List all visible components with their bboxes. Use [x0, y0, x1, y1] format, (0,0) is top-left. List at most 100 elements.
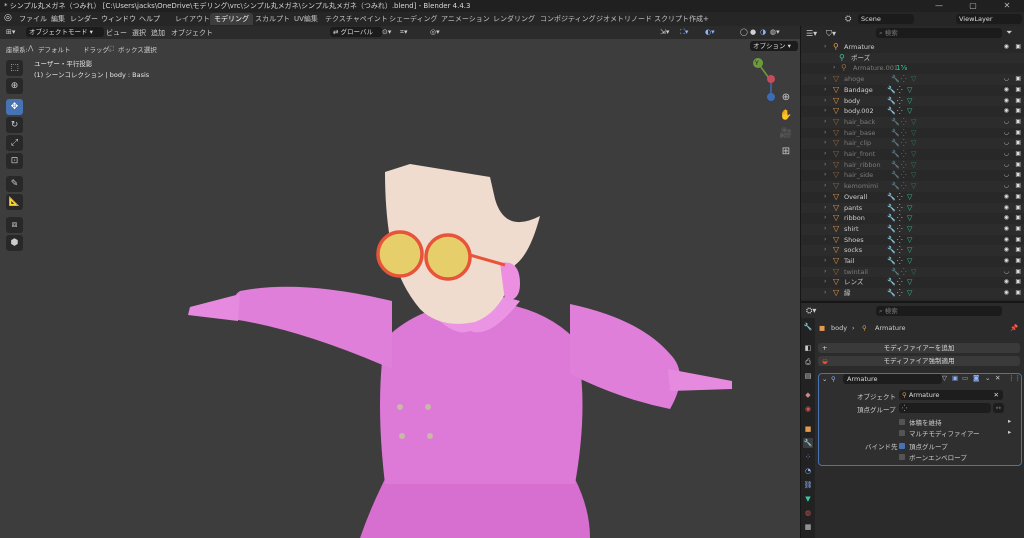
- eye-icon[interactable]: ◉: [1004, 203, 1009, 214]
- render-camera-icon[interactable]: ▣: [1015, 106, 1021, 117]
- expand-arrow-icon[interactable]: ›: [824, 192, 826, 203]
- mesh-data-icon[interactable]: ▽: [911, 160, 916, 171]
- menu-window[interactable]: ウィンドウ: [101, 14, 136, 24]
- outliner-row[interactable]: › ▽ hair_front 🔧 ⁛ ▽ ◡ ▣: [801, 149, 1024, 160]
- outliner-row[interactable]: › ▽ 縁 🔧 ⁛ ▽ ◉ ▣: [801, 288, 1024, 299]
- render-camera-icon[interactable]: ▣: [1015, 149, 1021, 160]
- vertex-groups-icon[interactable]: ⁛: [897, 85, 903, 96]
- eye-icon[interactable]: ◉: [1004, 42, 1009, 53]
- filter-icon[interactable]: ⛉▾: [826, 29, 836, 39]
- vertex-groups-icon[interactable]: ⁛: [897, 224, 903, 235]
- tab-compositing[interactable]: コンポジティング: [536, 13, 600, 25]
- vertex-groups-icon[interactable]: ⁛: [901, 117, 907, 128]
- vertex-groups-icon[interactable]: ⁛: [901, 74, 907, 85]
- properties-editor-icon[interactable]: ⛭▾: [806, 306, 816, 316]
- close-button[interactable]: ✕: [990, 0, 1024, 12]
- render-camera-icon[interactable]: ▣: [1015, 256, 1021, 267]
- add-modifier-button[interactable]: + モディファイアーを追加: [818, 343, 1020, 353]
- view-layer-tab-icon[interactable]: ▤: [803, 371, 813, 381]
- preserve-volume-checkbox[interactable]: [899, 419, 905, 425]
- measure-tool-icon[interactable]: 📐: [6, 194, 23, 210]
- mesh-data-icon[interactable]: ▽: [907, 106, 912, 117]
- editor-type-icon[interactable]: ⊞▾: [6, 28, 15, 36]
- camera-view-icon[interactable]: 🎥: [779, 127, 793, 141]
- eye-icon[interactable]: ◉: [1004, 213, 1009, 224]
- modifier-icon[interactable]: 🔧: [891, 181, 900, 192]
- eye-closed-icon[interactable]: ◡: [1004, 267, 1009, 278]
- object-tab-icon[interactable]: ■: [803, 424, 813, 434]
- eye-closed-icon[interactable]: ◡: [1004, 170, 1009, 181]
- render-camera-icon[interactable]: ▣: [1015, 224, 1021, 235]
- expand-arrow-icon[interactable]: ›: [824, 245, 826, 256]
- clear-field-icon[interactable]: ✕: [994, 390, 999, 400]
- render-camera-icon[interactable]: ▣: [1015, 128, 1021, 139]
- edit-mode-icon[interactable]: ▣: [952, 374, 958, 382]
- eye-icon[interactable]: ◉: [1004, 85, 1009, 96]
- expand-arrow-icon[interactable]: ›: [824, 203, 826, 214]
- shading-rendered-icon[interactable]: ◍▾: [770, 28, 780, 36]
- outliner-row[interactable]: › ▽ hair_ribbon 🔧 ⁛ ▽ ◡ ▣: [801, 159, 1024, 171]
- shading-solid-icon[interactable]: ●: [750, 28, 756, 36]
- menu-file[interactable]: ファイル: [19, 14, 47, 24]
- vertex-groups-icon[interactable]: ⁛: [897, 213, 903, 224]
- subpanel-chevron-icon[interactable]: ▸: [1008, 428, 1011, 436]
- rotate-tool-icon[interactable]: ↻: [6, 117, 23, 133]
- mesh-data-icon[interactable]: ▽: [911, 74, 916, 85]
- vertex-groups-icon[interactable]: ⁛: [897, 256, 903, 267]
- outliner-row[interactable]: › ▽ レンズ 🔧 ⁛ ▽ ◉ ▣: [801, 277, 1024, 288]
- world-tab-icon[interactable]: ◉: [803, 404, 813, 414]
- modifier-icon[interactable]: 🔧: [887, 106, 896, 117]
- outliner-row[interactable]: › ▽ shirt 🔧 ⁛ ▽ ◉ ▣: [801, 223, 1024, 235]
- modifier-icon[interactable]: 🔧: [891, 128, 900, 139]
- show-gizmo-icon[interactable]: ⛶▾: [680, 28, 688, 37]
- proportional-edit-icon[interactable]: ◎▾: [430, 28, 440, 36]
- render-camera-icon[interactable]: ▣: [1015, 213, 1021, 224]
- expand-arrow-icon[interactable]: ›: [824, 42, 826, 53]
- mesh-data-icon[interactable]: ▽: [911, 149, 916, 160]
- render-camera-icon[interactable]: ▣: [1015, 138, 1021, 149]
- outliner-row[interactable]: › ▽ twintail 🔧 ⁛ ▽ ◡ ▣: [801, 266, 1024, 278]
- outliner-row[interactable]: › ▽ ahoge 🔧 ⁛ ▽ ◡ ▣: [801, 74, 1024, 85]
- expand-arrow-icon[interactable]: ›: [824, 138, 826, 149]
- expand-arrow-icon[interactable]: ›: [824, 117, 826, 128]
- output-tab-icon[interactable]: ⎙: [803, 357, 813, 367]
- eye-icon[interactable]: ◉: [1004, 288, 1009, 299]
- mesh-data-icon[interactable]: ▽: [907, 245, 912, 256]
- mesh-data-icon[interactable]: ▽: [911, 170, 916, 181]
- character-model[interactable]: [0, 39, 800, 538]
- render-tab-icon[interactable]: ◧: [803, 343, 813, 353]
- vertex-groups-icon[interactable]: ⁛: [897, 203, 903, 214]
- eye-icon[interactable]: ◉: [1004, 106, 1009, 117]
- menu-view[interactable]: ビュー: [106, 28, 127, 38]
- menu-select[interactable]: 選択: [132, 28, 146, 38]
- realtime-icon[interactable]: ▭: [962, 374, 968, 382]
- properties-search-input[interactable]: ⌕ 検索: [876, 306, 1002, 316]
- shading-wireframe-icon[interactable]: ◯: [740, 28, 748, 36]
- pivot-icon[interactable]: ⊙▾: [382, 28, 391, 36]
- modifier-icon[interactable]: 🔧: [887, 213, 896, 224]
- render-camera-icon[interactable]: ▣: [1015, 160, 1021, 171]
- mesh-data-icon[interactable]: ▽: [907, 192, 912, 203]
- tab-uv-editing[interactable]: UV編集: [290, 13, 322, 25]
- outliner-row[interactable]: › ▽ body 🔧 ⁛ ▽ ◉ ▣: [801, 95, 1024, 107]
- mesh-data-icon[interactable]: ▽: [907, 224, 912, 235]
- modifier-icon[interactable]: 🔧: [891, 74, 900, 85]
- vertex-groups-icon[interactable]: ⁛: [897, 96, 903, 107]
- blender-logo-icon[interactable]: ◎: [4, 13, 12, 23]
- vertex-groups-icon[interactable]: ⁛: [901, 170, 907, 181]
- pan-hand-icon[interactable]: ✋: [779, 109, 793, 123]
- menu-add[interactable]: 追加: [151, 28, 165, 38]
- outliner-row[interactable]: › ▽ Overall 🔧 ⁛ ▽ ◉ ▣: [801, 192, 1024, 203]
- outliner-row[interactable]: › ▽ Tail 🔧 ⁛ ▽ ◉ ▣: [801, 256, 1024, 267]
- render-camera-icon[interactable]: ▣: [1015, 85, 1021, 96]
- remove-modifier-icon[interactable]: ✕: [995, 374, 1000, 382]
- eye-icon[interactable]: ◉: [1004, 224, 1009, 235]
- tool-tab-icon[interactable]: 🔧: [803, 322, 813, 332]
- vertex-groups-icon[interactable]: ⁛: [897, 288, 903, 299]
- expand-arrow-icon[interactable]: ›: [833, 63, 835, 74]
- on-cage-icon[interactable]: ▽: [942, 374, 947, 382]
- snap-icon[interactable]: ⌗▾: [400, 28, 407, 37]
- expand-arrow-icon[interactable]: ›: [824, 106, 826, 117]
- modifier-icon[interactable]: 🔧: [891, 149, 900, 160]
- modifier-icon[interactable]: 🔧: [887, 85, 896, 96]
